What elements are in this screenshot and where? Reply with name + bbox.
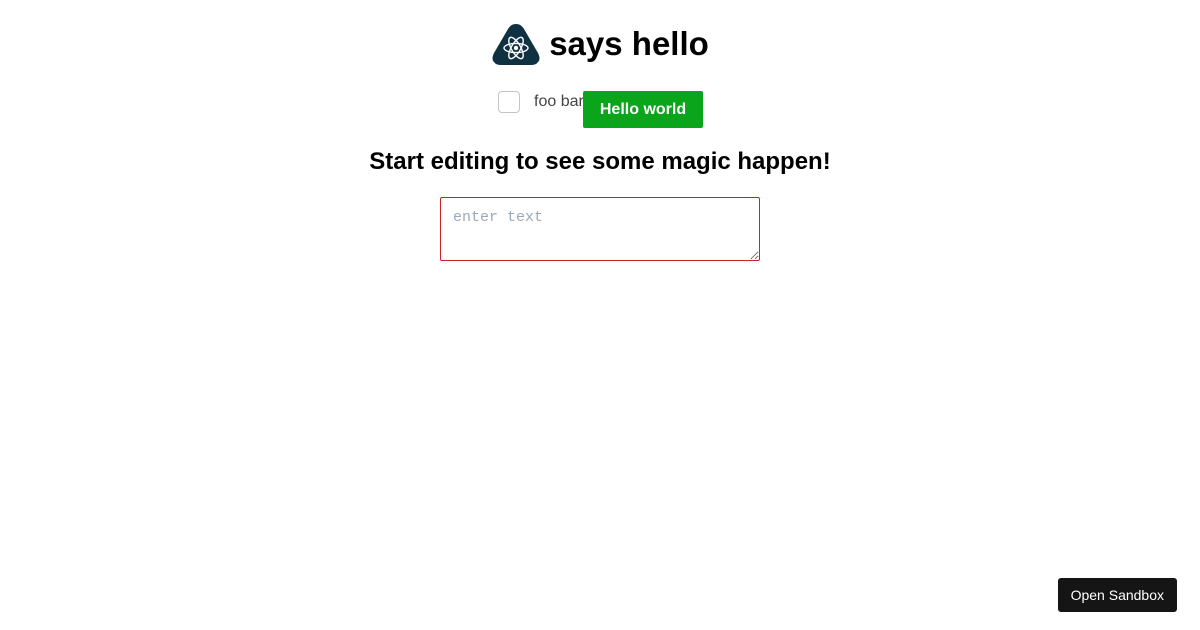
hello-world-button[interactable]: Hello world <box>583 91 703 128</box>
page-title: says hello <box>549 25 709 62</box>
checkbox-label: foo bar <box>534 93 584 110</box>
foo-bar-checkbox[interactable] <box>498 91 520 113</box>
subtitle: Start editing to see some magic happen! <box>369 148 831 175</box>
react-atom-icon <box>492 24 540 65</box>
header: says hello <box>0 22 1200 66</box>
open-sandbox-button[interactable]: Open Sandbox <box>1057 578 1177 612</box>
page: says hello foo bar Hello world Start edi… <box>0 0 1200 630</box>
text-input[interactable] <box>440 197 760 261</box>
